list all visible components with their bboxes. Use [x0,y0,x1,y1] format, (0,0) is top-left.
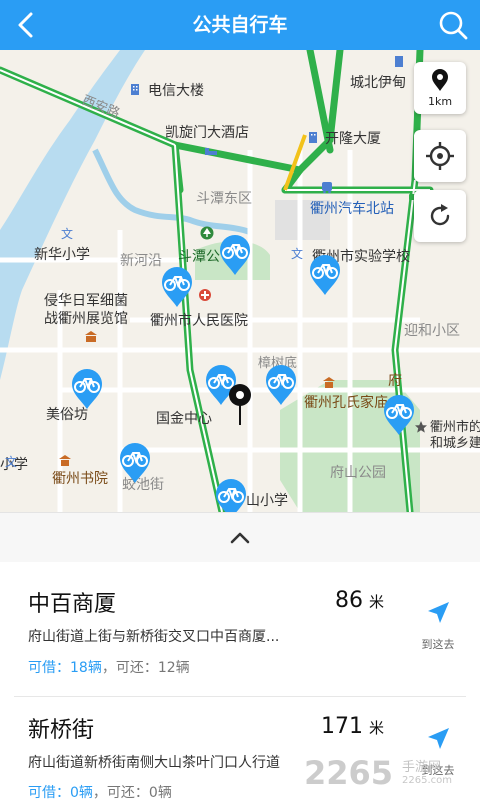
return-count: 可还：0辆 [106,785,172,800]
map-label-kailong: 开隆大厦 [325,131,381,147]
map-label-qinhua-2: 战衢州展览馆 [44,311,128,327]
map-label-qinhua-1: 侵华日军细菌 [44,293,128,309]
museum-icon [85,331,97,342]
map-label-bus-north: 衢州汽车北站 [310,201,394,217]
map-label-kaixuanmen: 凯旋门大酒店 [165,125,249,141]
map-scale-label: 1km [427,95,453,108]
station-name: 中百商厦 [28,592,117,617]
bike-station-pin[interactable] [160,266,194,308]
navigate-button[interactable]: 到这去 [418,600,458,652]
station-distance: 171 米 [320,714,384,739]
map-scale-button[interactable]: 1km [414,62,466,114]
page-title: 公共自行车 [192,14,288,36]
hotel-bed-icon [205,148,217,155]
bus-icon [322,182,332,194]
school-icon: 文 [291,246,303,260]
building-icon [131,84,139,95]
current-location-pin-icon [229,384,251,425]
bike-station-pin[interactable] [264,364,298,406]
map-label-yinghe: 迎和小区 [404,323,460,339]
bike-station-pin[interactable] [70,368,104,410]
temple-icon [323,377,335,388]
station-availability: 可借：0辆，可还：0辆 [28,785,172,800]
navigate-label: 到这去 [421,638,455,651]
star-icon [415,421,427,433]
temple-icon [59,455,71,466]
station-name: 新桥街 [28,718,95,743]
bike-station-pin[interactable] [118,442,152,484]
station-address: 府山街道上街与新桥街交叉口中百商厦... [28,629,280,645]
search-icon[interactable] [436,8,470,42]
station-list: 中百商厦 86 米 府山街道上街与新桥街交叉口中百商厦... 可借：18辆，可还：… [0,562,480,800]
navigate-arrow-icon [428,602,449,623]
svg-text:文: 文 [291,246,303,260]
map-label-hospital: 衢州市人民医院 [150,313,248,329]
refresh-icon [430,204,450,226]
map-label-doutan: 斗潭公 [178,249,220,265]
map-label-dianxin: 电信大楼 [148,83,204,99]
bike-station-pin[interactable] [308,254,342,296]
map-label-doutan-east: 斗潭东区 [196,191,252,207]
map-label-guojin: 国金中心 [156,411,212,427]
park-tree-icon [200,226,214,240]
map-label-fu: 府 [388,373,402,389]
bike-station-pin[interactable] [214,478,248,512]
map-label-kongshi: 衢州孔氏家庙 [304,395,388,411]
header-bar: 公共自行车 [0,0,480,50]
list-divider [14,696,466,697]
borrow-count: 可借：0辆 [28,785,93,800]
station-distance: 86 米 [334,588,384,613]
bike-station-pin[interactable] [218,234,252,276]
watermark-logo: 2265 手游网 2265.com [304,754,452,792]
return-count: 可还：12辆 [115,660,190,676]
map-view[interactable]: 电信大楼 城北伊甸 西安路 凯旋门大酒店 开隆大厦 斗潭东区 衢州汽车北站 新华… [0,50,480,512]
borrow-count: 可借：18辆 [28,660,102,676]
locate-me-button[interactable] [414,130,466,182]
app-root: 公共自行车 电信大楼 城北伊甸 西安路 凯旋门大酒店 开隆大厦 斗潭东区 衢州汽… [0,0,480,800]
hospital-icon [199,289,211,301]
school-icon: 文 [5,454,17,468]
map-label-xinhua: 新华小学 [34,247,90,263]
navigate-arrow-icon [428,728,449,749]
station-item[interactable]: 中百商厦 86 米 府山街道上街与新桥街交叉口中百商厦... 可借：18辆，可还：… [0,562,480,692]
map-label-chengbei: 城北伊甸 [350,75,406,91]
drawer-toggle[interactable] [0,512,480,562]
map-label-fushan-park: 府山公园 [330,465,386,481]
chevron-up-icon [230,532,250,544]
map-label-shan-school: 山小学 [246,493,288,509]
map-label-quzhou-city-2: 和城乡建 [430,436,480,451]
map-pin-icon [432,69,448,91]
svg-text:文: 文 [5,454,17,468]
map-label-shuyuan: 衢州书院 [52,471,108,487]
crosshair-icon [426,142,454,170]
station-address: 府山街道新桥街南侧大山茶叶门口人行道 [28,755,280,771]
station-availability: 可借：18辆，可还：12辆 [28,660,190,676]
school-icon: 文 [61,226,73,240]
map-base [0,50,480,512]
building-icon [309,132,317,143]
map-label-xinhe: 新河沿 [120,253,162,269]
refresh-button[interactable] [414,190,466,242]
bike-station-pin[interactable] [382,394,416,436]
svg-text:文: 文 [61,226,73,240]
building-icon [395,56,403,67]
